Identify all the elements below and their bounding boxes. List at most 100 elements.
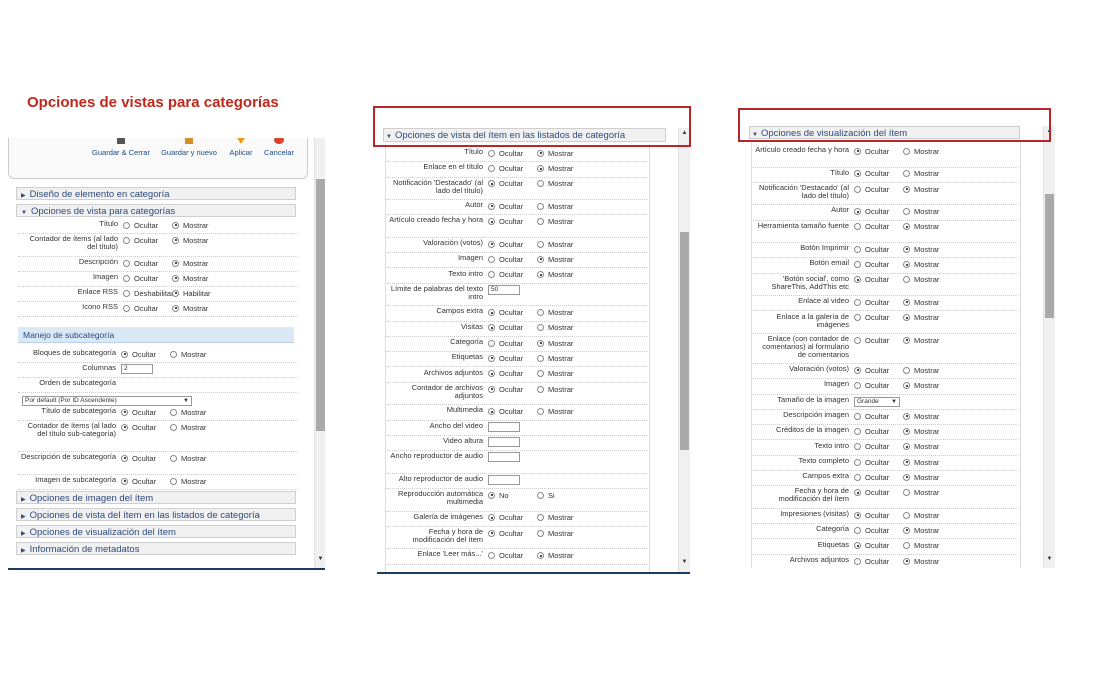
radio-button[interactable] [854, 208, 861, 216]
radio-button[interactable] [123, 236, 130, 244]
radio-button[interactable] [537, 165, 544, 173]
radio-option-mostrar[interactable]: Mostrar [537, 369, 573, 378]
radio-option-mostrar[interactable]: Mostrar [170, 407, 206, 417]
radio-button[interactable] [170, 454, 177, 462]
radio-option-ocultar[interactable]: Ocultar [488, 308, 532, 317]
radio-button[interactable] [537, 408, 544, 416]
radio-button[interactable] [488, 370, 495, 378]
radio-option-ocultar[interactable]: Ocultar [854, 556, 898, 566]
radio-button[interactable] [488, 149, 495, 157]
text-input[interactable]: 2 [121, 364, 153, 375]
radio-button[interactable] [854, 473, 861, 481]
radio-option-mostrar[interactable]: Mostrar [903, 426, 939, 436]
radio-button[interactable] [903, 382, 910, 390]
radio-button[interactable] [537, 255, 544, 263]
radio-button[interactable] [488, 255, 495, 263]
radio-button[interactable] [903, 366, 910, 374]
radio-option-ocultar[interactable]: Ocultar [121, 453, 165, 463]
radio-option-mostrar[interactable]: Mostrar [537, 528, 573, 538]
radio-button[interactable] [854, 526, 861, 534]
radio-option-mostrar[interactable]: Mostrar [537, 179, 573, 188]
scroll-down-icon[interactable]: ▼ [315, 556, 325, 562]
radio-button[interactable] [488, 165, 495, 173]
radio-button[interactable] [537, 218, 544, 226]
radio-button[interactable] [488, 271, 495, 279]
radio-button[interactable] [903, 223, 910, 231]
radio-button[interactable] [903, 443, 910, 451]
radio-button[interactable] [488, 240, 495, 248]
radio-button[interactable] [172, 289, 179, 297]
radio-option-ocultar[interactable]: Ocultar [854, 510, 898, 520]
radio-option-mostrar[interactable]: Mostrar [172, 303, 208, 313]
radio-option-ocultar[interactable]: Ocultar [488, 407, 532, 416]
radio-button[interactable] [172, 274, 179, 282]
radio-option-ocultar[interactable]: Ocultar [488, 338, 532, 348]
radio-option-ocultar[interactable]: Ocultar [854, 244, 898, 254]
radio-button[interactable] [488, 552, 495, 560]
radio-button[interactable] [854, 261, 861, 269]
text-input[interactable] [488, 474, 520, 485]
section-collapsed[interactable]: ▶ Opciones de vista del ítem en las lista… [16, 508, 296, 521]
radio-button[interactable] [488, 324, 495, 332]
panel3-scrollbar[interactable]: ▲ ▼ [1043, 126, 1055, 568]
panel2-scrollbar[interactable]: ▲ ▼ [678, 128, 690, 572]
radio-button[interactable] [121, 350, 128, 358]
radio-option-mostrar[interactable]: Mostrar [903, 260, 939, 269]
radio-button[interactable] [488, 514, 495, 522]
radio-button[interactable] [903, 412, 910, 420]
radio-option-ocultar[interactable]: Ocultar [854, 275, 898, 284]
radio-option-ocultar[interactable]: Ocultar [488, 239, 532, 249]
radio-option-habilitar[interactable]: Habilitar [172, 288, 211, 298]
radio-button[interactable] [172, 259, 179, 267]
radio-button[interactable] [488, 218, 495, 226]
radio-button[interactable] [170, 477, 177, 485]
size-select[interactable]: Grande ▼ [854, 396, 900, 407]
radio-option-mostrar[interactable]: Mostrar [537, 407, 573, 416]
radio-button[interactable] [537, 271, 544, 279]
save-close-button[interactable]: Guardar & Cerrar [91, 138, 151, 157]
radio-option-ocultar[interactable]: Ocultar [121, 407, 165, 417]
radio-button[interactable] [123, 289, 130, 297]
apply-button[interactable]: Aplicar [226, 138, 256, 157]
radio-button[interactable] [854, 458, 861, 466]
radio-option-ocultar[interactable]: Ocultar [488, 270, 532, 279]
radio-option-mostrar[interactable]: Mostrar [903, 207, 939, 216]
radio-option-ocultar[interactable]: Ocultar [488, 217, 532, 226]
radio-button[interactable] [537, 552, 544, 560]
radio-option-ocultar[interactable]: Ocultar [488, 254, 532, 264]
radio-button[interactable] [537, 180, 544, 188]
radio-button[interactable] [121, 477, 128, 485]
radio-button[interactable] [854, 170, 861, 178]
radio-button[interactable] [854, 412, 861, 420]
radio-button[interactable] [854, 489, 861, 497]
radio-button[interactable] [854, 223, 861, 231]
radio-option-mostrar[interactable]: Mostrar [903, 510, 939, 520]
radio-option-mostrar[interactable]: Mostrar [903, 525, 939, 535]
radio-button[interactable] [488, 529, 495, 537]
radio-button[interactable] [854, 185, 861, 193]
radio-option-mostrar[interactable]: Mostrar [903, 222, 939, 231]
section-item-layout[interactable]: ▶ Diseño de elemento en categoría [16, 187, 296, 200]
radio-option-deshabilitar[interactable]: Deshabilitar [123, 288, 174, 298]
radio-button[interactable] [903, 336, 910, 344]
radio-option-ocultar[interactable]: Ocultar [121, 476, 165, 486]
radio-option-mostrar[interactable]: Mostrar [903, 297, 939, 307]
radio-option-ocultar[interactable]: Ocultar [854, 411, 898, 421]
radio-option-ocultar[interactable]: Ocultar [488, 323, 532, 332]
radio-option-mostrar[interactable]: Mostrar [903, 556, 939, 566]
radio-button[interactable] [123, 304, 130, 312]
radio-option-ocultar[interactable]: Ocultar [854, 260, 898, 269]
radio-option-mostrar[interactable]: Mostrar [903, 146, 939, 156]
radio-option-ocultar[interactable]: Ocultar [854, 541, 898, 550]
radio-option-mostrar[interactable]: Mostrar [537, 338, 573, 348]
radio-option-ocultar[interactable]: Ocultar [123, 235, 167, 245]
radio-option-ocultar[interactable]: Ocultar [488, 528, 532, 538]
radio-button[interactable] [537, 385, 544, 393]
radio-option-ocultar[interactable]: Ocultar [854, 169, 898, 178]
radio-button[interactable] [172, 236, 179, 244]
radio-button[interactable] [903, 276, 910, 284]
radio-option-mostrar[interactable]: Mostrar [903, 442, 939, 451]
radio-option-mostrar[interactable]: Mostrar [537, 308, 573, 317]
radio-button[interactable] [854, 427, 861, 435]
radio-option-ocultar[interactable]: Ocultar [854, 426, 898, 436]
